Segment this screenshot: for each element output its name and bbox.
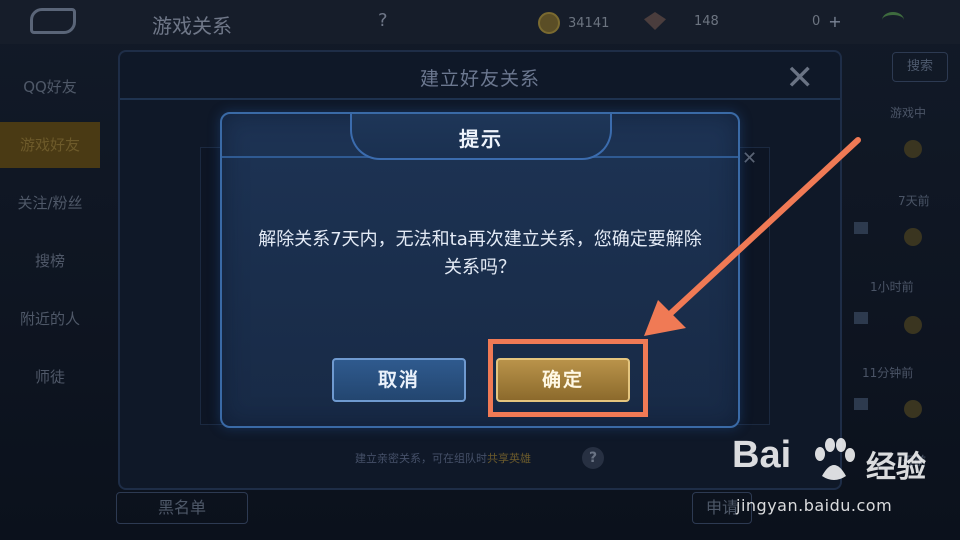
heart-icon (854, 398, 868, 410)
friend-badge-icon (904, 400, 922, 418)
heart-icon (854, 312, 868, 324)
confirm-dialog: 提示 解除关系7天内，无法和ta再次建立关系，您确定要解除关系吗？ 取消 确定 (220, 112, 740, 428)
cancel-button[interactable]: 取消 (332, 358, 466, 402)
baidu-jingyan-watermark: Bai 经验 jingyan.baidu.com (732, 434, 952, 526)
outer-dialog-title: 建立好友关系 (419, 68, 540, 90)
voucher-counter: 0 + (812, 12, 842, 31)
sidebar-item-search[interactable]: 搜榜 (0, 238, 100, 284)
sidebar-item-mentor[interactable]: 师徒 (0, 354, 100, 400)
help-icon[interactable]: ? (378, 10, 388, 31)
watermark-url: jingyan.baidu.com (736, 496, 893, 515)
friend-status: 1小时前 (870, 280, 914, 294)
coin-counter: 34141 (538, 12, 609, 34)
hint-highlight: 共享英雄 (487, 452, 531, 465)
close-icon[interactable]: ✕ (786, 58, 815, 98)
coin-value: 34141 (568, 15, 610, 31)
voucher-value: 0 (812, 14, 821, 29)
search-button[interactable]: 搜索 (892, 52, 948, 82)
back-arrow-icon[interactable] (30, 8, 76, 34)
dialog-title-frame: 提示 (350, 114, 612, 160)
gem-icon (644, 12, 666, 30)
help-icon[interactable]: ? (582, 447, 604, 469)
page-title: 游戏关系 (152, 14, 232, 38)
blacklist-button[interactable]: 黑名单 (116, 492, 248, 524)
friend-badge-icon (904, 140, 922, 158)
close-icon[interactable]: ✕ (742, 148, 757, 169)
watermark-logo: Bai (732, 434, 792, 476)
paw-icon (815, 438, 855, 480)
sidebar-item-follow[interactable]: 关注/粉丝 (0, 180, 100, 226)
friend-badge-icon (904, 316, 922, 334)
friend-status: 游戏中 (890, 106, 927, 120)
dialog-header: 提示 (222, 114, 738, 160)
watermark-jingyan: 经验 (866, 450, 926, 485)
sidebar-item-game-friends[interactable]: 游戏好友 (0, 122, 100, 168)
top-bar: 游戏关系 ? 34141 148 0 + (0, 0, 960, 44)
highlight-box (488, 339, 648, 417)
friend-status: 7天前 (898, 194, 930, 208)
wifi-icon (882, 12, 904, 28)
sidebar-item-qq-friends[interactable]: QQ好友 (0, 64, 100, 110)
coin-icon (538, 12, 560, 34)
dialog-title: 提示 (459, 127, 503, 151)
outer-dialog-header: 建立好友关系 ✕ (120, 52, 840, 100)
sidebar-item-nearby[interactable]: 附近的人 (0, 296, 100, 342)
friend-badge-icon (904, 228, 922, 246)
hint-text: 建立亲密关系，可在组队时 (355, 452, 487, 465)
plus-icon[interactable]: + (828, 12, 841, 31)
share-hero-hint: 建立亲密关系，可在组队时共享英雄 (355, 450, 531, 466)
dialog-message: 解除关系7天内，无法和ta再次建立关系，您确定要解除关系吗？ (258, 229, 702, 278)
sidebar: QQ好友 游戏好友 关注/粉丝 搜榜 附近的人 师徒 (0, 60, 100, 480)
friend-status: 11分钟前 (862, 366, 914, 380)
gem-value: 148 (694, 13, 719, 29)
heart-icon (854, 222, 868, 234)
gem-counter: 148 (644, 12, 719, 30)
